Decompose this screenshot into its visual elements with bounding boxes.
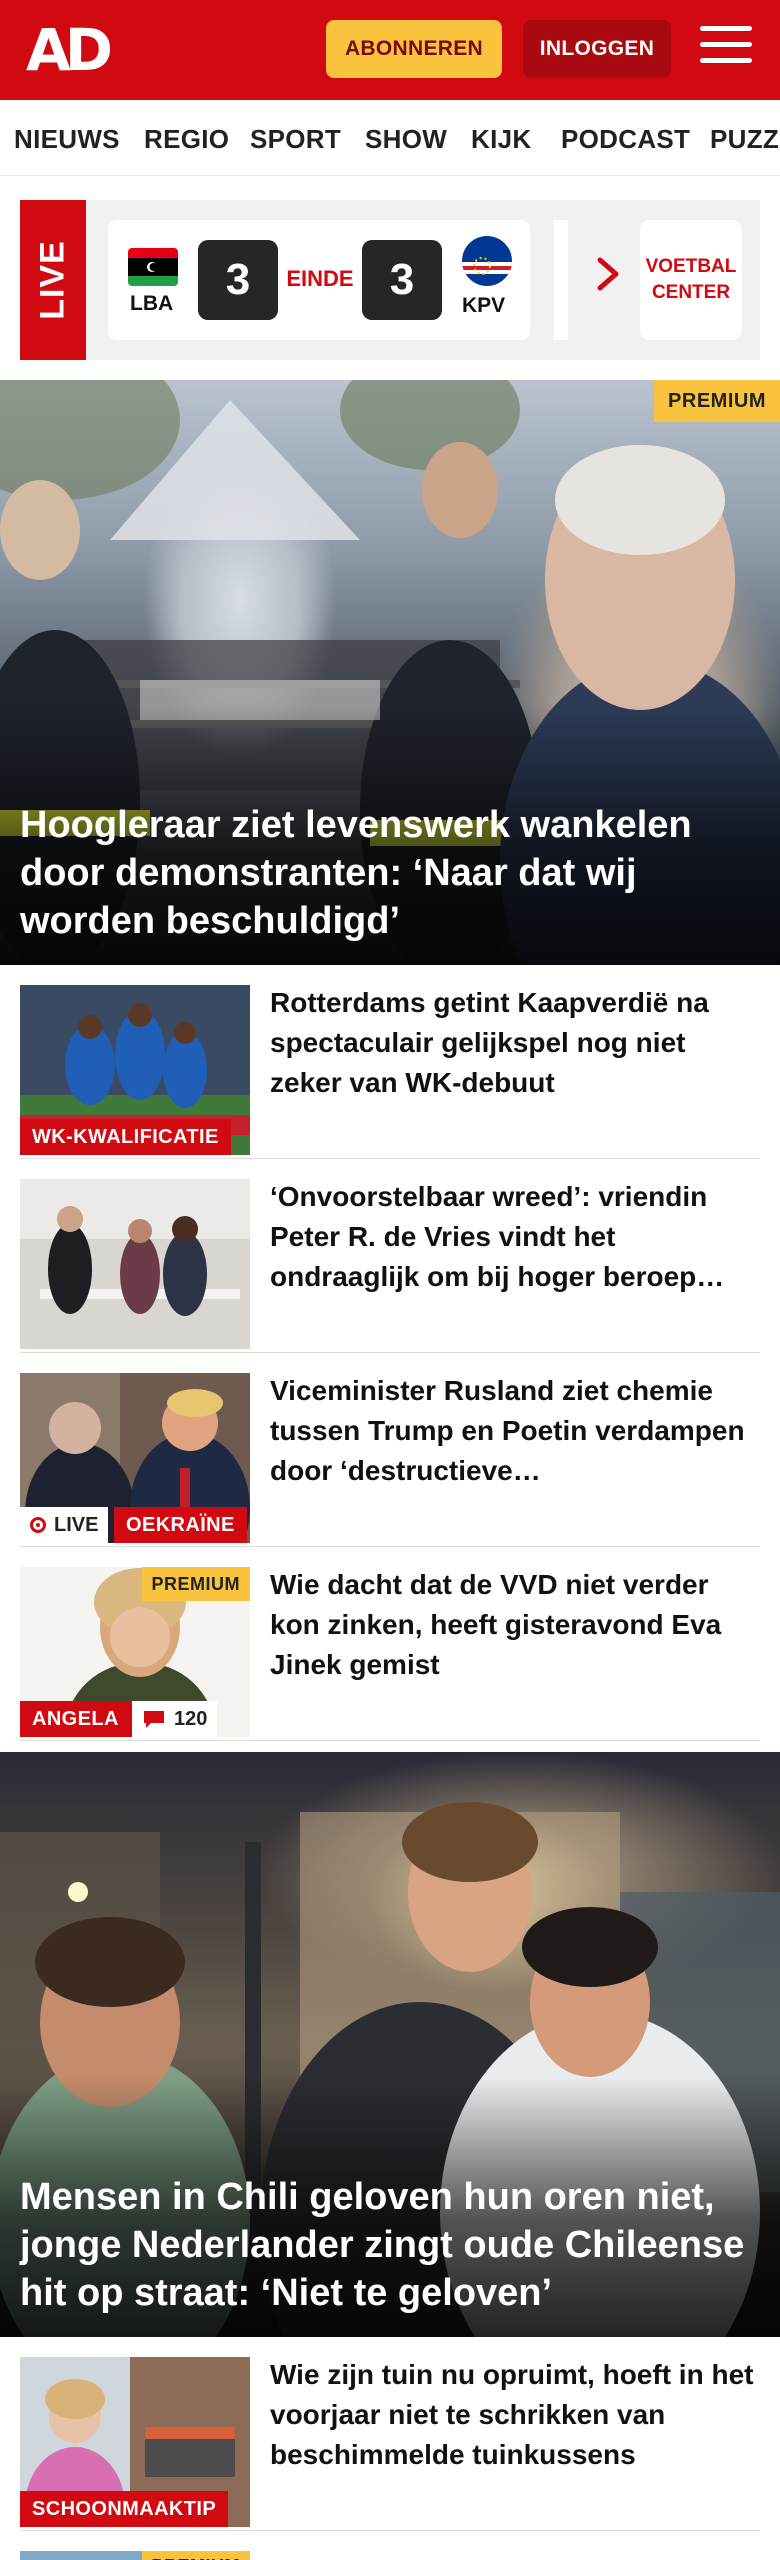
live-label: LIVE [20, 200, 86, 360]
category-tag: OEKRAÏNE [114, 1507, 247, 1543]
article-item[interactable]: ‘Onvoorstelbaar wreed’: vriendin Peter R… [20, 1159, 760, 1353]
article-item[interactable]: WK-KWALIFICATIE Rotterdams getint Kaapve… [20, 965, 760, 1159]
nav-item-podcast[interactable]: PODCAST [561, 124, 690, 155]
article-title[interactable]: Wie dacht dat de VVD niet verder kon zin… [270, 1565, 760, 1685]
category-nav: NIEUWS REGIO SPORT SHOW KIJK PODCAST PUZ… [0, 100, 780, 176]
home-score: 3 [198, 240, 278, 320]
site-header: AD ABONNEREN INLOGGEN [0, 0, 780, 100]
away-score: 3 [362, 240, 442, 320]
ad-logo[interactable]: AD [26, 21, 118, 79]
article-item[interactable]: PREMIUM [20, 2531, 760, 2560]
nav-item-puzzel[interactable]: PUZZ [710, 124, 779, 155]
away-team-code: KPV [462, 294, 506, 317]
live-scores-bar: LIVE LBA 3 EINDE 3 KPV VOETBAL CENTER [20, 200, 760, 360]
article-item[interactable]: PREMIUM ANGELA 120 Wie dacht dat de VVD … [20, 1547, 760, 1741]
premium-badge: PREMIUM [141, 2551, 250, 2560]
category-tag: WK-KWALIFICATIE [20, 1119, 231, 1155]
comment-count[interactable]: 120 [132, 1701, 218, 1737]
match-status: EINDE [286, 266, 354, 291]
article-item[interactable]: LIVE OEKRAÏNE Viceminister Rusland ziet … [20, 1353, 760, 1547]
hero-title[interactable]: Hoogleraar ziet levenswerk wankelen door… [20, 801, 760, 945]
nav-item-kijk[interactable]: KIJK [471, 124, 531, 155]
login-button[interactable]: INLOGGEN [523, 20, 671, 78]
menu-icon[interactable] [700, 26, 752, 72]
category-tag: SCHOONMAAKTIP [20, 2491, 229, 2527]
next-card-edge [554, 220, 568, 340]
article-title[interactable]: Rotterdams getint Kaapverdië na spectacu… [270, 983, 760, 1103]
article-title[interactable]: Wie zijn tuin nu opruimt, hoeft in het v… [270, 2355, 760, 2475]
comment-icon [144, 1711, 164, 1728]
premium-badge: PREMIUM [141, 1567, 250, 1601]
nav-item-sport[interactable]: SPORT [250, 124, 341, 155]
home-team-code: LBA [130, 292, 174, 315]
libya-flag-icon [128, 248, 178, 286]
chevron-right-icon[interactable] [594, 254, 622, 294]
live-dot-icon [30, 1517, 46, 1533]
premium-badge: PREMIUM [654, 380, 780, 422]
hero-article[interactable]: PREMIUM Hoogleraar ziet levenswerk wanke… [0, 380, 780, 965]
match-card[interactable]: LBA 3 EINDE 3 KPV [108, 220, 530, 340]
nav-item-show[interactable]: SHOW [365, 124, 447, 155]
article-thumbnail: SCHOONMAAKTIP [20, 2357, 250, 2527]
article-thumbnail: PREMIUM [20, 2551, 250, 2560]
article-item[interactable]: SCHOONMAAKTIP Wie zijn tuin nu opruimt, … [20, 2337, 760, 2531]
cape-verde-flag-icon [462, 236, 512, 286]
nav-item-regio[interactable]: REGIO [144, 124, 229, 155]
article-title[interactable]: Viceminister Rusland ziet chemie tussen … [270, 1371, 760, 1491]
article-title[interactable]: ‘Onvoorstelbaar wreed’: vriendin Peter R… [270, 1177, 760, 1297]
author-tag: ANGELA [20, 1701, 131, 1737]
article-thumbnail: WK-KWALIFICATIE [20, 985, 250, 1155]
article-thumbnail: LIVE OEKRAÏNE [20, 1373, 250, 1543]
nav-item-nieuws[interactable]: NIEUWS [14, 124, 120, 155]
article-thumbnail [20, 1179, 250, 1349]
live-indicator: LIVE [20, 1507, 109, 1543]
hero-title[interactable]: Mensen in Chili geloven hun oren niet, j… [20, 2173, 760, 2317]
voetbal-center-link[interactable]: VOETBAL CENTER [640, 220, 742, 340]
article-thumbnail: PREMIUM ANGELA 120 [20, 1567, 250, 1737]
subscribe-button[interactable]: ABONNEREN [326, 20, 502, 78]
hero-article[interactable]: Mensen in Chili geloven hun oren niet, j… [0, 1752, 780, 2337]
